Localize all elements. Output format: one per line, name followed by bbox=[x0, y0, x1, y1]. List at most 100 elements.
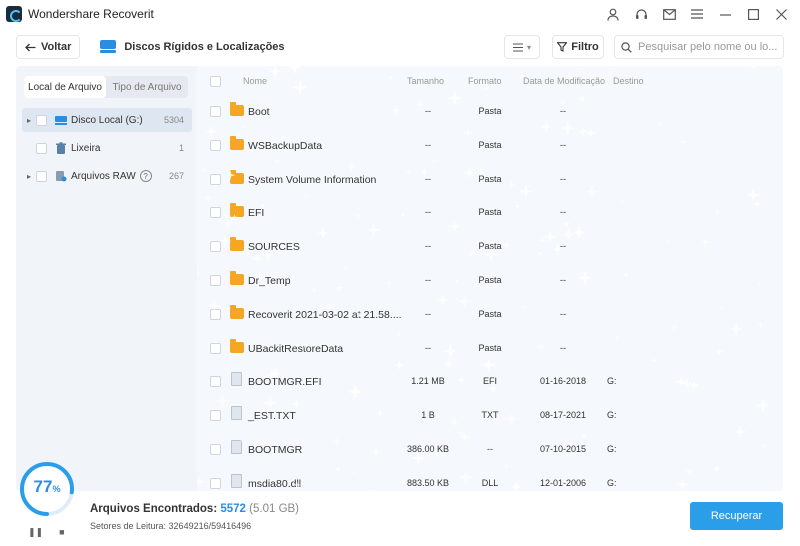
close-icon[interactable] bbox=[770, 4, 792, 24]
table-row[interactable]: BOOTMGR 386.00 KB -- 07-10-2015 G: bbox=[197, 433, 783, 467]
table-row[interactable]: Boot -- Pasta -- bbox=[197, 95, 783, 129]
column-header-size[interactable]: Tamanho bbox=[407, 76, 444, 86]
row-checkbox[interactable] bbox=[210, 376, 221, 388]
table-row[interactable]: EFI -- Pasta -- bbox=[197, 196, 783, 230]
file-name: Boot bbox=[248, 106, 270, 118]
column-header-name[interactable]: Nome bbox=[243, 76, 267, 86]
file-date: -- bbox=[560, 308, 566, 319]
folder-icon bbox=[230, 135, 244, 150]
progress-percent: 77% bbox=[33, 477, 61, 496]
view-toggle-button[interactable]: ▾ bbox=[504, 35, 540, 59]
mail-icon[interactable] bbox=[658, 4, 680, 24]
row-checkbox[interactable] bbox=[210, 207, 221, 219]
tree-item-raw-files[interactable]: ▸ Arquivos RAW ? 267 bbox=[22, 164, 192, 188]
checkbox[interactable] bbox=[36, 142, 47, 154]
row-checkbox[interactable] bbox=[210, 106, 221, 117]
file-name: System Volume Information bbox=[248, 173, 377, 186]
row-checkbox[interactable] bbox=[210, 241, 221, 253]
folder-icon bbox=[230, 338, 244, 353]
file-size: -- bbox=[425, 275, 431, 285]
file-icon bbox=[231, 440, 242, 454]
column-header-date[interactable]: Data de Modificação bbox=[523, 76, 605, 86]
tree-item-local-disk[interactable]: ▸ Disco Local (G:) 5304 bbox=[22, 108, 192, 132]
tree-item-count: 1 bbox=[178, 143, 184, 153]
table-row[interactable]: BOOTMGR.EFI 1.21 MB EFI 01-16-2018 G: bbox=[197, 365, 783, 399]
trash-icon bbox=[56, 142, 66, 154]
tree-item-label: Arquivos RAW bbox=[71, 170, 136, 182]
tab-file-location[interactable]: Local de Arquivo bbox=[24, 76, 106, 98]
file-destination: G: bbox=[607, 410, 617, 421]
tree-item-trash[interactable]: Lixeira 1 bbox=[22, 136, 192, 160]
file-format: EFI bbox=[482, 376, 497, 387]
checkbox[interactable] bbox=[36, 114, 47, 126]
minimize-icon[interactable] bbox=[714, 4, 736, 24]
tree-item-count: 5304 bbox=[163, 115, 184, 125]
table-row[interactable]: WSBackupData -- Pasta -- bbox=[197, 129, 783, 163]
file-size: 1 B bbox=[421, 410, 435, 421]
file-date: -- bbox=[560, 139, 566, 150]
file-name: BOOTMGR.EFI bbox=[248, 376, 322, 389]
file-format: Pasta bbox=[478, 342, 502, 353]
help-icon[interactable]: ? bbox=[139, 170, 152, 182]
file-size: -- bbox=[425, 106, 431, 116]
search-box[interactable] bbox=[614, 35, 784, 59]
back-button[interactable]: Voltar bbox=[16, 35, 81, 59]
filter-icon bbox=[557, 42, 568, 52]
select-all-checkbox[interactable] bbox=[210, 76, 221, 87]
row-checkbox[interactable] bbox=[210, 477, 221, 489]
file-size: 386.00 KB bbox=[406, 444, 450, 454]
row-checkbox[interactable] bbox=[210, 275, 221, 286]
column-header-format[interactable]: Formato bbox=[468, 76, 502, 86]
row-checkbox[interactable] bbox=[210, 410, 221, 422]
maximize-icon[interactable] bbox=[742, 4, 764, 24]
pause-icon[interactable]: ❚❚ bbox=[28, 527, 43, 538]
file-size: 1.21 MB bbox=[411, 376, 445, 387]
table-row[interactable]: UBackitRestoreData -- Pasta -- bbox=[197, 332, 783, 366]
stop-icon[interactable]: ■ bbox=[59, 527, 64, 538]
file-icon bbox=[231, 473, 242, 488]
search-input[interactable] bbox=[638, 41, 778, 53]
file-icon bbox=[231, 406, 242, 421]
row-checkbox[interactable] bbox=[210, 444, 221, 455]
files-found-count: 5572 bbox=[220, 503, 246, 515]
table-row[interactable]: SOURCES -- Pasta -- bbox=[197, 230, 783, 264]
window-controls bbox=[602, 4, 792, 24]
file-format: DLL bbox=[481, 477, 499, 488]
sectors-read: Setores de Leitura: 32649216/59416496 bbox=[90, 521, 252, 531]
tab-file-type[interactable]: Tipo de Arquivo bbox=[106, 76, 188, 98]
file-size: -- bbox=[425, 173, 431, 184]
list-view-icon bbox=[512, 42, 523, 52]
file-format: Pasta bbox=[478, 106, 502, 116]
menu-icon[interactable] bbox=[686, 4, 708, 24]
filter-button[interactable]: Filtro bbox=[552, 35, 604, 59]
location-breadcrumb: Discos Rígidos e Localizações bbox=[100, 40, 285, 54]
checkbox[interactable] bbox=[36, 170, 47, 182]
expand-arrow-icon[interactable]: ▸ bbox=[22, 116, 36, 125]
file-date: -- bbox=[560, 342, 566, 353]
file-name: msdia80.dll bbox=[248, 477, 302, 490]
table-row[interactable]: Recoverit 2021-03-02 at 21.58.... -- Pasta… bbox=[197, 298, 783, 332]
column-header-destination[interactable]: Destino bbox=[613, 76, 644, 86]
table-row[interactable]: _EST.TXT 1 B TXT 08-17-2021 G: bbox=[197, 399, 783, 433]
row-checkbox[interactable] bbox=[210, 308, 221, 320]
file-size: 883.50 KB bbox=[406, 477, 450, 488]
table-row[interactable]: System Volume Information -- Pasta -- bbox=[197, 163, 783, 197]
file-name: SOURCES bbox=[248, 241, 300, 254]
person-icon[interactable] bbox=[602, 4, 624, 24]
headset-icon[interactable] bbox=[630, 4, 652, 24]
row-checkbox[interactable] bbox=[210, 342, 221, 354]
recover-button[interactable]: Recuperar bbox=[690, 502, 783, 530]
table-row[interactable]: Dr_Temp -- Pasta -- bbox=[197, 264, 783, 298]
folder-icon bbox=[230, 169, 244, 184]
filter-button-label: Filtro bbox=[571, 41, 599, 53]
folder-icon bbox=[230, 271, 244, 285]
file-size: -- bbox=[425, 308, 431, 319]
row-checkbox[interactable] bbox=[210, 173, 221, 185]
row-checkbox[interactable] bbox=[210, 139, 221, 151]
file-format: Pasta bbox=[478, 173, 502, 184]
scan-controls: ❚❚ ■ bbox=[28, 527, 65, 538]
expand-arrow-icon[interactable]: ▸ bbox=[22, 172, 36, 181]
file-name: _EST.TXT bbox=[248, 410, 296, 423]
table-row[interactable]: msdia80.dll 883.50 KB DLL 12-01-2006 G: bbox=[197, 467, 783, 491]
file-date: -- bbox=[560, 106, 566, 116]
